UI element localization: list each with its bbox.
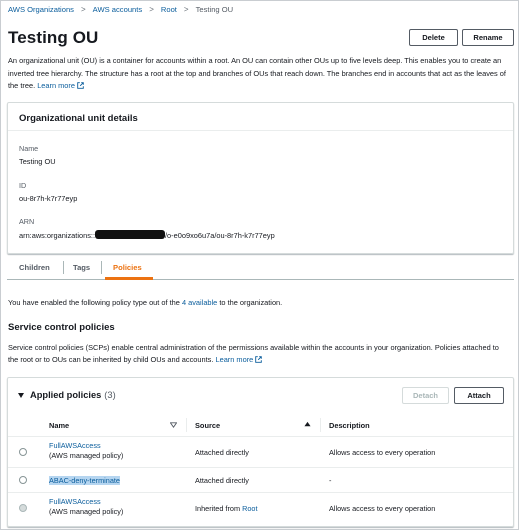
row-description: - [329,476,332,485]
name-value: Testing OU [19,157,56,166]
chevron-right-icon: > [183,5,189,14]
active-tab-indicator [105,277,153,280]
source-text: Inherited from [195,504,241,513]
tab-divider [101,261,102,274]
redacted-account-id [95,230,165,239]
row-source: Attached directly [195,448,249,457]
row-source: Inherited from Root [195,504,257,514]
tab-children[interactable]: Children [19,263,50,272]
applied-policies-count: (3) [104,390,116,400]
table-row-name: FullAWSAccess (AWS managed policy) [49,497,123,517]
applied-policies-title: Applied policies [30,390,102,400]
enabled-suffix: to the organization. [219,298,283,307]
policy-type: (AWS managed policy) [49,507,124,516]
breadcrumb-root[interactable]: Root [161,5,177,14]
chevron-right-icon: > [149,5,154,14]
column-divider [320,418,321,432]
arn-label: ARN [19,217,35,226]
scp-description: Service control policies (SCPs) enable c… [8,342,508,365]
id-label: ID [19,181,27,190]
external-link-icon [255,355,263,363]
attach-button[interactable]: Attach [454,387,504,404]
row-radio [19,504,27,512]
ou-details-header: Organizational unit details [8,103,513,131]
row-description: Allows access to every operation [329,448,436,457]
table-row-name: ABAC-deny-terminate [49,476,120,486]
row-description: Allows access to every operation [329,504,436,513]
breadcrumb-current: Testing OU [195,5,234,14]
table-row-name: FullAWSAccess (AWS managed policy) [49,441,123,461]
arn-prefix: arn:aws:organizations:: [19,231,95,240]
available-policies-link[interactable]: 4 available [182,298,217,307]
arn-suffix: /o-e0o9xo6u7a/ou-8r7h-k7r77eyp [165,231,275,240]
sort-caret-icon[interactable] [170,422,177,428]
page-title: Testing OU [8,28,99,47]
breadcrumb: AWS Organizations > AWS accounts > Root … [8,5,233,14]
row-divider [8,492,513,493]
enabled-prefix: You have enabled the following policy ty… [8,298,180,307]
policy-type: (AWS managed policy) [49,451,124,460]
page-frame: AWS Organizations > AWS accounts > Root … [0,0,519,530]
column-divider [186,418,187,432]
rename-button[interactable]: Rename [462,29,514,46]
external-link-icon [77,82,84,89]
scp-desc-text: Service control policies (SCPs) enable c… [8,343,499,364]
ou-details-panel: Organizational unit details Name Testing… [7,102,514,254]
name-label: Name [19,144,39,153]
applied-policies-header[interactable]: Applied policies (3) [18,390,116,400]
applied-policies-panel: Applied policies (3) Detach Attach Name … [7,377,514,527]
row-radio[interactable] [19,448,27,456]
column-header-name[interactable]: Name [49,421,69,430]
policy-link[interactable]: ABAC-deny-terminate [49,476,120,485]
row-source: Attached directly [195,476,249,485]
policy-link[interactable]: FullAWSAccess [49,497,123,507]
header-divider [8,436,513,437]
tabs-bar: Children Tags Policies [7,256,514,280]
tab-tags[interactable]: Tags [73,263,90,272]
arn-value: arn:aws:organizations::/o-e0o9xo6u7a/ou-… [19,230,275,240]
id-value: ou-8r7h-k7r77eyp [19,194,78,203]
enabled-policy-text: You have enabled the following policy ty… [8,298,282,307]
row-divider [8,467,513,468]
row-radio[interactable] [19,476,27,484]
chevron-right-icon: > [80,5,86,14]
column-header-source[interactable]: Source [195,421,220,430]
learn-more-link[interactable]: Learn more [37,81,75,90]
delete-button[interactable]: Delete [409,29,458,46]
column-header-description[interactable]: Description [329,421,370,430]
sort-ascending-icon[interactable] [304,421,311,427]
breadcrumb-aws-organizations[interactable]: AWS Organizations [8,5,74,14]
scp-learn-more-link[interactable]: Learn more [215,355,253,364]
root-link[interactable]: Root [242,504,257,513]
caret-down-icon[interactable] [18,392,24,398]
intro-paragraph: An organizational unit (OU) is a contain… [8,55,508,93]
policy-link[interactable]: FullAWSAccess [49,441,123,451]
scp-section-title: Service control policies [8,322,115,333]
breadcrumb-aws-accounts[interactable]: AWS accounts [93,5,143,14]
detach-button[interactable]: Detach [402,387,449,404]
tab-divider [63,261,64,274]
tab-policies[interactable]: Policies [113,263,142,272]
